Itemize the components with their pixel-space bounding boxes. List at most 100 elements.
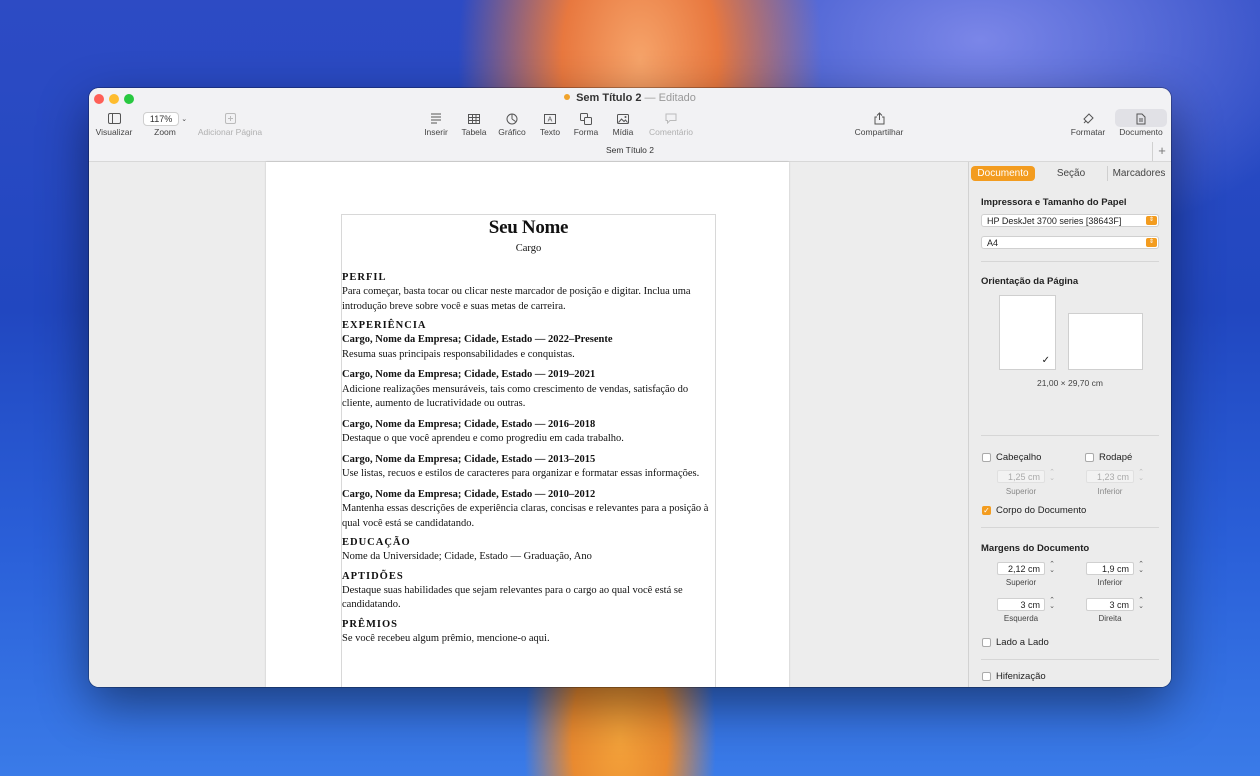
job-title[interactable]: Cargo, Nome da Empresa; Cidade, Estado —… [342,333,715,348]
documento-button[interactable]: Documento [1115,110,1167,137]
tab-secao[interactable]: Seção [1039,166,1103,181]
margin-inferior-label: Inferior [1097,578,1123,587]
document-status: Editado [658,92,696,104]
section-heading-educacao[interactable]: EDUCAÇÃO [342,537,715,548]
margin-right-stepper[interactable]: ⌃ ⌄ [1137,597,1145,611]
paper-value: A4 [987,238,999,248]
header-label: Cabeçalho [996,452,1042,463]
updown-chevron-icon: ⇕ [1146,238,1157,247]
section-heading-experiencia[interactable]: EXPERIÊNCIA [342,320,715,331]
media-icon [608,110,638,127]
shape-icon [571,110,601,127]
footer-label: Rodapé [1099,452,1133,463]
midia-button[interactable]: Mídia [608,110,638,137]
footer-offset-field[interactable]: 1,23 cm [1086,470,1134,483]
margin-bottom-field[interactable]: 1,9 cm [1086,562,1134,575]
toolbar: Sem Título 2 — Editado Visualizar 117% ⌄ … [89,88,1171,162]
edited-dot-icon [564,94,571,100]
forma-button[interactable]: Forma [571,110,601,137]
job-title[interactable]: Cargo, Nome da Empresa; Cidade, Estado —… [342,418,715,433]
aptidoes-text[interactable]: Destaque suas habilidades que sejam rele… [342,584,715,613]
header-checkbox[interactable] [982,453,991,462]
job-description[interactable]: Adicione realizações mensuráveis, tais c… [342,383,715,412]
zoom-control[interactable]: 117% ⌄ Zoom [141,110,189,137]
margin-right-field[interactable]: 3 cm [1086,598,1134,611]
zoom-label: Zoom [154,127,176,137]
chart-icon [495,110,529,127]
document-canvas[interactable]: Seu Nome Cargo PERFIL Para começar, bast… [89,162,969,687]
section-heading-aptidoes[interactable]: APTIDÕES [342,571,715,582]
visualizar-button[interactable]: Visualizar [94,110,134,137]
sidebar-view-icon [94,110,134,127]
margin-left-field[interactable]: 3 cm [997,598,1045,611]
paper-dimensions: 21,00 × 29,70 cm [1037,378,1103,388]
margin-top-field[interactable]: 2,12 cm [997,562,1045,575]
margin-esquerda-label: Esquerda [1003,614,1039,623]
margin-left-stepper[interactable]: ⌃ ⌄ [1048,597,1056,611]
resume-content[interactable]: Seu Nome Cargo PERFIL Para começar, bast… [342,215,715,646]
text-box-icon: A [536,110,564,127]
paper-size-select[interactable]: A4 ⇕ [981,236,1159,249]
job-title[interactable]: Cargo, Nome da Empresa; Cidade, Estado —… [342,453,715,468]
new-tab-button[interactable]: + [1152,142,1171,161]
texto-button[interactable]: A Texto [536,110,564,137]
body-checkbox[interactable]: ✓ [982,506,991,515]
inserir-button[interactable]: Inserir [422,110,450,137]
job-title[interactable]: Cargo, Nome da Empresa; Cidade, Estado —… [342,368,715,383]
add-page-icon [195,110,265,127]
hyphenation-label: Hifenização [996,671,1046,682]
comentario-button[interactable]: Comentário [645,110,697,137]
document-page[interactable]: Seu Nome Cargo PERFIL Para começar, bast… [266,162,789,687]
tabela-button[interactable]: Tabela [459,110,489,137]
formatar-label: Formatar [1070,127,1106,137]
portrait-orientation-option[interactable]: ✓ [999,295,1056,370]
job-description[interactable]: Use listas, recuos e estilos de caracter… [342,467,715,482]
side-by-side-checkbox[interactable] [982,638,991,647]
margin-bottom-stepper[interactable]: ⌃ ⌄ [1137,561,1145,575]
margin-top-stepper[interactable]: ⌃ ⌄ [1048,561,1056,575]
svg-text:A: A [548,116,553,123]
section-heading-perfil[interactable]: PERFIL [342,272,715,283]
header-offset-field[interactable]: 1,25 cm [997,470,1045,483]
documento-label: Documento [1119,127,1163,137]
section-heading-premios[interactable]: PRÊMIOS [342,619,715,630]
premios-text[interactable]: Se você recebeu algum prêmio, mencione-o… [342,632,715,647]
margin-direita-label: Direita [1098,614,1122,623]
job-description[interactable]: Destaque o que você aprendeu e como prog… [342,432,715,447]
pages-window: Sem Título 2 — Editado Visualizar 117% ⌄ … [89,88,1171,687]
formatar-button[interactable]: Formatar [1067,110,1109,137]
chevron-down-icon: ⌄ [181,115,188,123]
tab-marcadores[interactable]: Marcadores [1107,166,1170,181]
visualizar-label: Visualizar [95,127,133,137]
job-title[interactable]: Cargo, Nome da Empresa; Cidade, Estado —… [342,488,715,503]
adicionar-pagina-button[interactable]: Adicionar Página [195,110,265,137]
compartilhar-button[interactable]: Compartilhar [847,110,911,137]
printer-select[interactable]: HP DeskJet 3700 series [38643F] ⇕ [981,214,1159,227]
footer-inferior-label: Inferior [1097,487,1123,496]
hyphenation-checkbox[interactable] [982,672,991,681]
comment-icon [645,110,697,127]
resume-role[interactable]: Cargo [342,243,715,254]
divider [981,659,1159,660]
tabela-label: Tabela [461,127,487,137]
tab-documento[interactable]: Documento [971,166,1035,181]
landscape-orientation-option[interactable] [1068,313,1143,370]
educacao-text[interactable]: Nome da Universidade; Cidade, Estado — G… [342,550,715,565]
text-frame[interactable]: Seu Nome Cargo PERFIL Para começar, bast… [341,214,716,687]
footer-checkbox[interactable] [1085,453,1094,462]
side-by-side-label: Lado a Lado [996,637,1049,648]
midia-label: Mídia [612,127,634,137]
resume-name[interactable]: Seu Nome [342,217,715,239]
perfil-text[interactable]: Para começar, basta tocar ou clicar nest… [342,285,715,314]
job-description[interactable]: Mantenha essas descrições de experiência… [342,502,715,531]
grafico-button[interactable]: Gráfico [495,110,529,137]
tab-sem-titulo-2[interactable]: Sem Título 2 [89,145,1171,155]
comentario-label: Comentário [649,127,693,137]
margin-superior-label: Superior [1005,578,1037,587]
updown-chevron-icon: ⇕ [1146,216,1157,225]
document-title: Sem Título 2 — Editado [89,92,1171,104]
zoom-value[interactable]: 117% [142,111,180,126]
header-offset-stepper[interactable]: ⌃ ⌄ [1048,469,1056,483]
job-description[interactable]: Resuma suas principais responsabilidades… [342,348,715,363]
footer-offset-stepper[interactable]: ⌃ ⌄ [1137,469,1145,483]
